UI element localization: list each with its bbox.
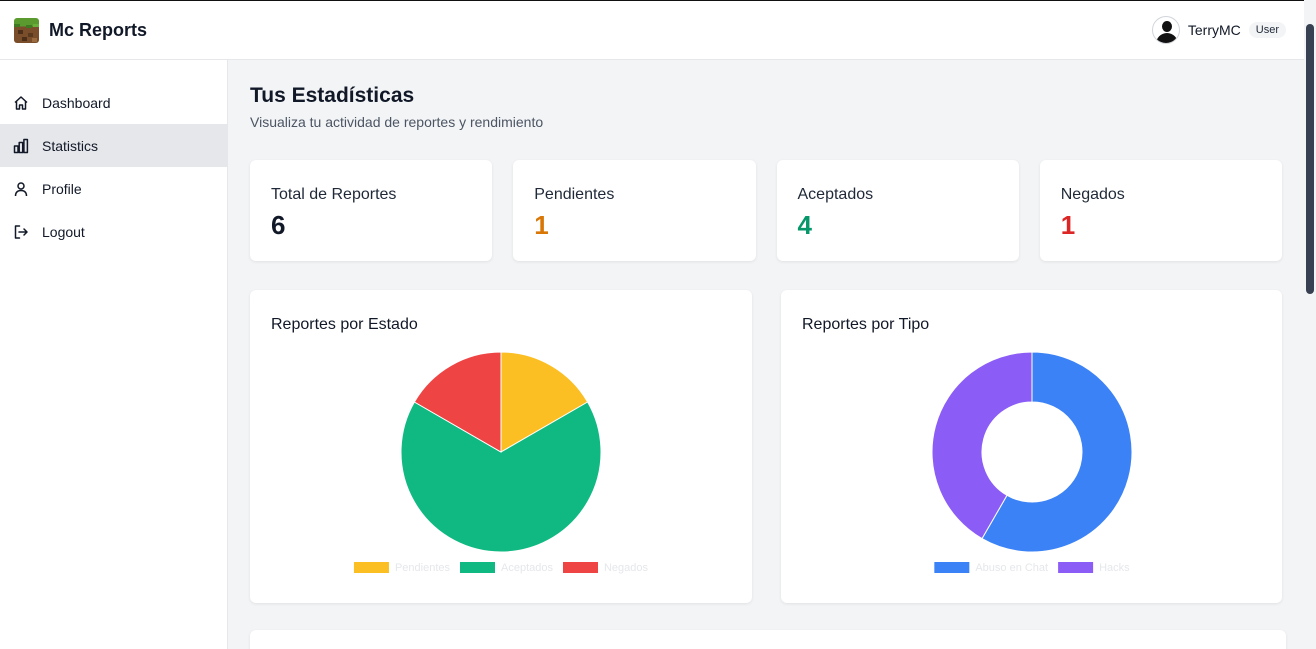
sidebar-item-label: Dashboard: [42, 94, 111, 111]
charts-row: Reportes por Estado Pendientes Aceptados N…: [250, 290, 1282, 603]
stat-value: 6: [271, 210, 286, 240]
stats-row: Total de Reportes 6 Pendientes 1 Aceptad…: [250, 160, 1282, 261]
bottom-card: [250, 630, 1286, 649]
home-icon: [13, 95, 29, 111]
brand[interactable]: Mc Reports: [14, 17, 148, 43]
chart-card-tipo: Reportes por Tipo Abuso en Chat Hacks: [781, 290, 1282, 603]
grass-block-logo-icon: [14, 17, 39, 43]
sidebar-item-label: Logout: [42, 223, 85, 240]
doughnut-chart-tipo[interactable]: Abuso en Chat Hacks: [781, 290, 1284, 603]
sidebar-item-label: Statistics: [42, 137, 99, 154]
pie-chart-estado[interactable]: Pendientes Aceptados Negados: [250, 290, 754, 603]
chart-card-estado: Reportes por Estado Pendientes Aceptados N…: [250, 290, 752, 603]
sidebar-item-statistics[interactable]: Statistics: [0, 124, 227, 167]
bar-chart-icon: [13, 138, 29, 154]
sidebar-item-logout[interactable]: Logout: [0, 210, 227, 253]
stat-card-pending: Pendientes 1: [513, 160, 756, 261]
page-subtitle: Visualiza tu actividad de reportes y ren…: [250, 114, 544, 130]
stat-card-denied: Negados 1: [1039, 160, 1282, 261]
page-scrollbar[interactable]: [1304, 0, 1316, 649]
sidebar-item-label: Profile: [42, 180, 82, 197]
user-name: TerryMC: [1187, 22, 1241, 38]
user-icon: [13, 181, 29, 197]
user-menu[interactable]: TerryMC User: [1151, 16, 1286, 44]
stat-label: Negados: [1060, 186, 1125, 203]
stat-value: 1: [1060, 210, 1076, 240]
stat-value: 1: [534, 210, 549, 240]
scroll-thumb[interactable]: [1306, 24, 1314, 294]
legend-label: Hacks: [1099, 562, 1130, 574]
legend-swatch[interactable]: [934, 562, 970, 573]
stat-label: Total de Reportes: [271, 186, 397, 203]
legend-label: Abuso en Chat: [975, 562, 1048, 574]
app-name: Mc Reports: [49, 19, 148, 40]
legend-swatch[interactable]: [460, 562, 496, 573]
legend-swatch[interactable]: [562, 562, 598, 573]
legend-label: Aceptados: [501, 562, 553, 574]
sidebar-item-dashboard[interactable]: Dashboard: [0, 81, 227, 124]
sidebar: Dashboard Statistics Profile Logout: [0, 60, 228, 649]
stat-label: Pendientes: [534, 186, 615, 203]
top-bar: Mc Reports TerryMC User: [0, 0, 1316, 60]
stat-label: Aceptados: [797, 186, 874, 203]
legend-label: Negados: [604, 562, 649, 574]
chart-legend: Abuso en Chat Hacks: [934, 562, 1130, 574]
stat-card-total: Total de Reportes 6: [250, 160, 493, 261]
role-badge: User: [1248, 22, 1286, 38]
logout-icon: [13, 224, 29, 240]
legend-swatch[interactable]: [1058, 562, 1094, 573]
legend-swatch[interactable]: [353, 562, 389, 573]
stat-card-accepted: Aceptados 4: [776, 160, 1019, 261]
user-avatar[interactable]: [1151, 16, 1180, 44]
main-content: Tus Estadísticas Visualiza tu actividad …: [228, 60, 1304, 649]
page-title: Tus Estadísticas: [250, 84, 415, 107]
chart-legend: Pendientes Aceptados Negados: [353, 562, 649, 574]
legend-label: Pendientes: [395, 562, 451, 574]
sidebar-item-profile[interactable]: Profile: [0, 167, 227, 210]
stat-value: 4: [797, 210, 812, 240]
